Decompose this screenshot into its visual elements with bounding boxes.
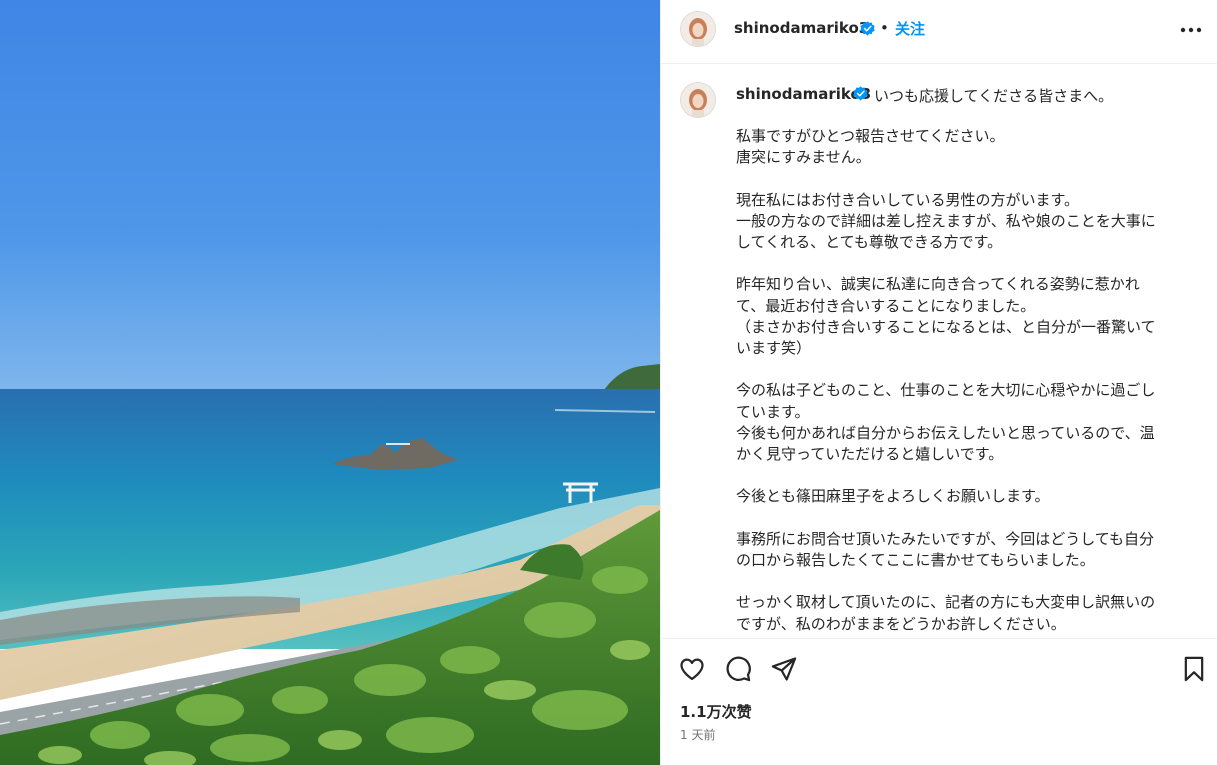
username[interactable]: shinodamariko3 <box>734 19 869 37</box>
caption-line: 昨年知り合い、誠実に私達に向き合ってくれる姿勢に惹かれ <box>736 275 1140 294</box>
verified-badge-icon <box>853 86 868 101</box>
caption-paragraph: 事務所にお問合せ頂いたみたいですが、今回はどうしても自分 の口から報告したくてこ… <box>736 529 1186 571</box>
separator-dot: • <box>880 19 889 37</box>
caption-line: 一般の方なので詳細は差し控えますが、私や娘のことを大事に <box>736 211 1156 230</box>
verified-badge-icon <box>860 21 875 36</box>
caption-paragraph: 昨年知り合い、誠実に私達に向き合ってくれる姿勢に惹かれ て、最近お付き合いするこ… <box>736 274 1186 359</box>
caption-paragraph: 今後とも篠田麻里子をよろしくお願いします。 <box>736 486 1186 507</box>
caption-line: 今の私は子どものこと、仕事のことを大切に心穏やかに過ごし <box>736 381 1156 400</box>
heart-icon[interactable] <box>678 655 706 683</box>
caption-line: せっかく取材して頂いたのに、記者の方にも大変申し訳無いの <box>736 593 1156 612</box>
share-icon[interactable] <box>770 655 798 683</box>
post-header: shinodamariko3 • 关注 <box>661 0 1217 64</box>
post-side-panel: shinodamariko3 • 关注 shinodamariko3 いつも応援… <box>660 0 1217 765</box>
caption-paragraph: 今の私は子どものこと、仕事のことを大切に心穏やかに過ごし ています。 今後も何か… <box>736 380 1186 465</box>
caption-line: かく見守っていただけると嬉しいです。 <box>736 445 1004 463</box>
avatar[interactable] <box>680 82 716 118</box>
avatar[interactable] <box>680 11 716 47</box>
post-actions: 1.1万次赞 1 天前 <box>661 638 1217 765</box>
caption-line: 今後とも篠田麻里子をよろしくお願いします。 <box>736 487 1050 506</box>
bookmark-icon[interactable] <box>1180 655 1208 683</box>
caption-area: shinodamariko3 いつも応援してくださる皆さまへ。 私事ですがひとつ… <box>661 64 1217 638</box>
seaside-landscape-image <box>0 0 660 765</box>
caption-paragraph: 現在私にはお付き合いしている男性の方がいます。 一般の方なので詳細は差し控えます… <box>736 190 1186 254</box>
caption-line: （まさかお付き合いすることになるとは、と自分が一番驚いて <box>736 317 1156 336</box>
caption-line: 現在私にはお付き合いしている男性の方がいます。 <box>736 190 1080 209</box>
caption-line: います笑） <box>736 339 812 357</box>
post-timestamp[interactable]: 1 天前 <box>680 726 715 743</box>
caption-line: 今後も何かあれば自分からお伝えしたいと思っているので、温 <box>736 423 1155 442</box>
caption-line: 事務所にお問合せ頂いたみたいですが、今回はどうしても自分 <box>736 529 1155 548</box>
caption-first-line: いつも応援してくださる皆さまへ。 <box>874 87 1114 105</box>
more-horizontal-icon[interactable] <box>1178 18 1204 42</box>
caption-paragraph: 私事ですがひとつ報告させてください。 唐突にすみません。 <box>736 126 1186 168</box>
post-photo[interactable] <box>0 0 660 765</box>
caption-paragraph: せっかく取材して頂いたのに、記者の方にも大変申し訳無いの ですが、私のわがままを… <box>736 592 1186 634</box>
caption-text: 私事ですがひとつ報告させてください。 唐突にすみません。 現在私にはお付き合いし… <box>736 126 1186 638</box>
follow-button[interactable]: 关注 <box>895 18 925 39</box>
caption-line: 唐突にすみません。 <box>736 148 871 167</box>
caption-line: の口から報告したくてここに書かせてもらいました。 <box>736 550 1095 569</box>
avatar-image <box>681 12 715 46</box>
caption-line: してくれる、とても尊敬できる方です。 <box>736 233 1003 251</box>
caption-line: 私事ですがひとつ報告させてください。 <box>736 127 1005 145</box>
caption-line: ですが、私のわがままをどうかお許しください。 <box>736 614 1066 633</box>
caption-line: て、最近お付き合いすることになりました。 <box>736 296 1036 315</box>
avatar-image <box>681 83 715 117</box>
likes-count[interactable]: 1.1万次赞 <box>680 701 752 722</box>
comment-icon[interactable] <box>724 655 752 683</box>
caption-line: ています。 <box>736 402 810 421</box>
caption-username[interactable]: shinodamariko3 <box>736 85 871 103</box>
